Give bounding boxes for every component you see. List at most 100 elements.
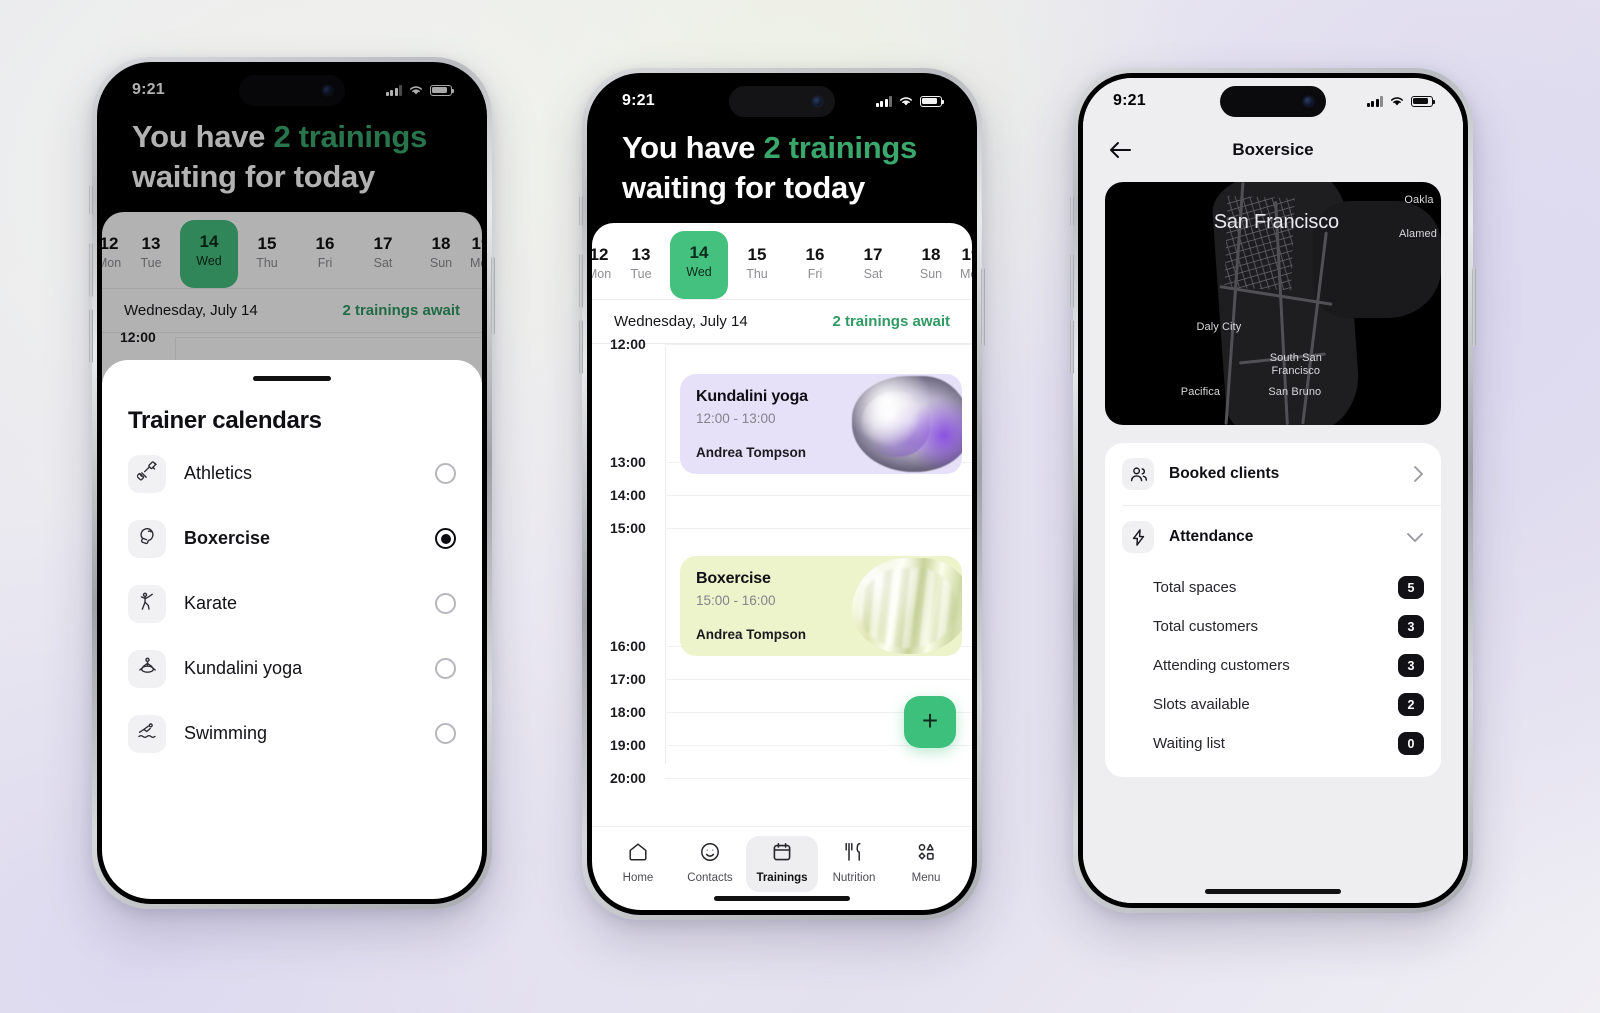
tab-home[interactable]: Home xyxy=(602,836,674,892)
day-cell-14[interactable]: 14 Wed xyxy=(670,230,728,300)
map-label-san-bruno: San Bruno xyxy=(1268,386,1322,399)
chevron-right-icon xyxy=(1413,465,1424,483)
tab-icon-wrap xyxy=(843,842,865,866)
silent-switch[interactable] xyxy=(579,196,583,226)
add-training-button[interactable]: + xyxy=(904,696,956,749)
phone-2: 9:21 You have 2 trainings waiting for to… xyxy=(579,68,985,920)
trainer-calendar-option-athletics[interactable]: Athletics xyxy=(128,441,456,506)
home-indicator[interactable] xyxy=(714,896,850,901)
power-button[interactable] xyxy=(491,257,495,335)
day-cell-12[interactable]: 12 Mon xyxy=(592,233,612,294)
row-booked-clients[interactable]: Booked clients xyxy=(1105,443,1441,505)
power-button[interactable] xyxy=(981,268,985,346)
trainer-calendar-option-swimming[interactable]: Swimming xyxy=(128,701,456,766)
row-label: Booked clients xyxy=(1169,465,1280,482)
trainer-calendar-option-boxercise[interactable]: Boxercise xyxy=(128,506,456,571)
radio-button[interactable] xyxy=(435,658,456,679)
dynamic-island xyxy=(1220,86,1326,117)
tab-icon-wrap xyxy=(699,843,721,866)
radio-button[interactable] xyxy=(435,723,456,744)
volume-up-button[interactable] xyxy=(1070,254,1074,308)
day-weekday: Tue xyxy=(630,267,652,282)
tab-contacts[interactable]: Contacts xyxy=(674,836,746,892)
day-weekday: Mon xyxy=(592,267,612,282)
stat-row-total-spaces: Total spaces 5 xyxy=(1105,568,1441,607)
option-label: Swimming xyxy=(184,723,268,743)
volume-down-button[interactable] xyxy=(89,309,93,363)
hero-lead: You have xyxy=(622,130,756,165)
home-indicator[interactable] xyxy=(1205,889,1341,894)
calendar-icon xyxy=(771,841,793,868)
sheet-grabber[interactable] xyxy=(253,376,331,381)
radio-button[interactable] xyxy=(435,463,456,484)
hour-label: 12:00 xyxy=(610,336,646,353)
battery-icon xyxy=(920,95,945,107)
home-icon xyxy=(627,841,649,868)
silent-switch[interactable] xyxy=(1070,196,1074,226)
volume-down-button[interactable] xyxy=(579,320,583,374)
day-cell-16[interactable]: 16 Fri xyxy=(786,233,844,294)
tab-menu[interactable]: Menu xyxy=(890,836,962,892)
event-card-kundalini-yoga[interactable]: Kundalini yoga 12:00 - 13:00 Andrea Tomp… xyxy=(680,374,962,475)
status-time: 9:21 xyxy=(1113,92,1146,109)
tab-nutrition[interactable]: Nutrition xyxy=(818,836,890,892)
location-map[interactable]: San Francisco Oakla Alamed Daly City Sou… xyxy=(1105,182,1441,425)
option-label: Boxercise xyxy=(184,528,271,548)
wifi-icon xyxy=(1391,97,1403,106)
icon-tile xyxy=(128,584,166,623)
hero-accent: 2 trainings xyxy=(763,130,917,165)
front-camera-icon xyxy=(1304,97,1313,106)
map-label-pacifica: Pacifica xyxy=(1180,386,1221,399)
hour-label: 18:00 xyxy=(610,704,646,721)
day-header: Wednesday, July 14 2 trainings await xyxy=(592,300,972,343)
hour-line xyxy=(665,679,972,681)
event-card-boxercise[interactable]: Boxercise 15:00 - 16:00 Andrea Tompson xyxy=(680,556,962,657)
volume-up-button[interactable] xyxy=(579,254,583,308)
trainer-calendar-option-kundalini-yoga[interactable]: Kundalini yoga xyxy=(128,636,456,701)
arrow-left-icon[interactable] xyxy=(1105,135,1135,165)
day-cell-15[interactable]: 15 Thu xyxy=(728,233,786,294)
stat-row-waiting-list: Waiting list 0 xyxy=(1105,724,1441,763)
tab-icon-wrap xyxy=(771,843,793,866)
hour-label: 13:00 xyxy=(610,454,646,471)
day-cell-13[interactable]: 13 Tue xyxy=(612,233,670,294)
day-weekday: Wed xyxy=(686,265,712,280)
hour-row: 15:00 xyxy=(592,520,972,536)
trainer-calendar-option-karate[interactable]: Karate xyxy=(128,571,456,636)
day-weekday: Mon xyxy=(960,267,972,282)
day-cell-17[interactable]: 17 Sat xyxy=(844,233,902,294)
day-cell-19[interactable]: 19 Mon xyxy=(960,233,972,294)
volume-up-button[interactable] xyxy=(89,243,93,297)
day-header-await: 2 trainings await xyxy=(832,313,950,331)
day-cell-18[interactable]: 18 Sun xyxy=(902,233,960,294)
karate-icon xyxy=(137,591,158,617)
day-number: 16 xyxy=(805,244,825,264)
wifi-icon xyxy=(900,97,912,106)
icon-tile xyxy=(128,519,166,558)
silent-switch[interactable] xyxy=(89,185,93,215)
volume-down-button[interactable] xyxy=(1070,320,1074,374)
day-weekday: Fri xyxy=(807,267,823,282)
radio-button[interactable] xyxy=(435,593,456,614)
hour-row: 12:00 xyxy=(592,336,972,352)
lightning-bolt-icon xyxy=(1122,521,1154,553)
stat-label: Total customers xyxy=(1153,618,1259,635)
phone-1: 9:21 You have 2 trainings waiting for to… xyxy=(89,57,495,909)
hour-line xyxy=(665,778,972,780)
hour-label: 14:00 xyxy=(610,487,646,504)
day-number: 18 xyxy=(921,244,941,264)
map-label-oakland: Oakla xyxy=(1404,194,1434,207)
option-label: Kundalini yoga xyxy=(184,658,303,678)
day-number: 14 xyxy=(689,242,709,262)
day-strip[interactable]: 12 Mon 13 Tue 14 Wed 15 Thu 16 Fri 17 Sat 18 Sun 19 Mon xyxy=(592,223,972,300)
row-attendance[interactable]: Attendance xyxy=(1105,506,1441,568)
nav-bar: Boxersice xyxy=(1083,124,1463,176)
power-button[interactable] xyxy=(1472,268,1476,346)
radio-button[interactable] xyxy=(435,528,456,549)
stat-badge: 0 xyxy=(1398,732,1424,755)
icon-tile xyxy=(128,649,166,688)
tab-trainings[interactable]: Trainings xyxy=(746,836,818,892)
tab-label: Home xyxy=(622,872,654,884)
stat-badge: 2 xyxy=(1398,693,1424,716)
phone-2-screen: 9:21 You have 2 trainings waiting for to… xyxy=(592,78,972,910)
